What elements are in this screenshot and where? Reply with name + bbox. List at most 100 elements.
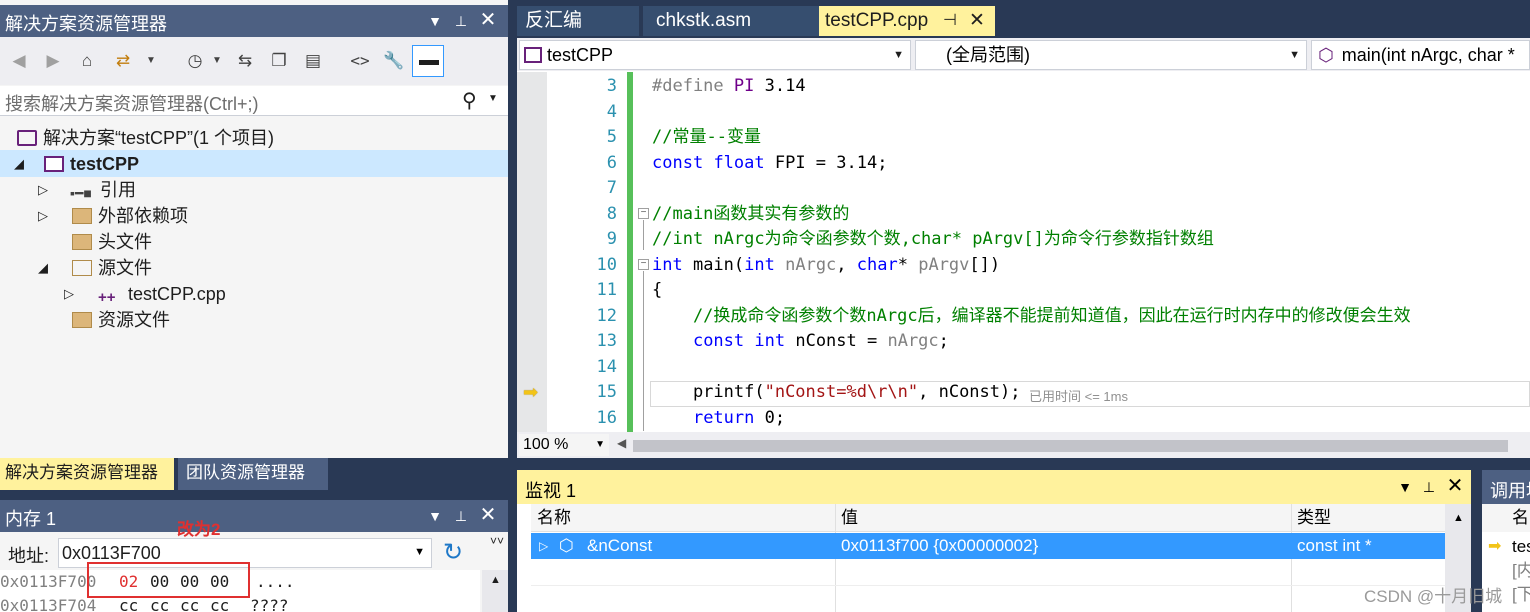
annotation-highlight-box <box>87 562 250 598</box>
close-icon[interactable]: ✕ <box>478 503 498 527</box>
code-token: FPI = 3.14; <box>764 152 888 173</box>
show-all-files-icon[interactable]: ▤ <box>300 48 326 74</box>
chevron-down-icon[interactable]: ▼ <box>204 48 230 74</box>
watch-titlebar: 监视 1 ▼ ⊥ ✕ <box>517 470 1471 504</box>
collapsed-arrow-icon[interactable]: ▷ <box>64 281 74 307</box>
forward-icon[interactable]: ▶ <box>40 48 66 74</box>
sync-view-icon[interactable]: ⇄ <box>110 48 136 74</box>
tree-item-cpp-file[interactable]: ++ testCPP.cpp <box>98 281 226 307</box>
code-line[interactable]: 6 const float FPI = 3.14; <box>517 151 1529 177</box>
tab-solution-explorer[interactable]: 解决方案资源管理器 <box>0 458 174 490</box>
collapsed-arrow-icon[interactable]: ▷ <box>38 203 48 229</box>
dropdown-icon[interactable]: ▼ <box>1395 475 1415 499</box>
dropdown-icon[interactable]: ▼ <box>425 504 445 528</box>
dropdown-icon[interactable]: ▼ <box>425 9 445 33</box>
tab-testcpp[interactable]: testCPP.cpp ⊣ ✕ <box>819 6 995 36</box>
zoom-combo[interactable]: 100 % ▼ <box>519 434 609 456</box>
memory-scrollbar[interactable]: ▲ <box>482 570 508 612</box>
project-combo[interactable]: testCPP ▼ <box>519 40 911 70</box>
home-icon[interactable]: ⌂ <box>74 48 100 74</box>
close-icon[interactable]: ✕ <box>478 8 498 32</box>
chevron-down-icon[interactable]: ▼ <box>488 93 498 104</box>
code-line[interactable]: 11 { <box>517 278 1529 304</box>
code-line[interactable]: 15 printf("nConst=%d\r\n", nConst); <box>517 380 1529 406</box>
close-icon[interactable]: ✕ <box>969 6 985 36</box>
watch-empty-row[interactable] <box>531 560 1445 586</box>
tree-item-solution[interactable]: 解决方案“testCPP”(1 个项目) <box>17 125 274 151</box>
callstack-row[interactable]: tes <box>1512 534 1530 560</box>
callstack-title: 调用堆 <box>1490 481 1530 501</box>
chevron-down-icon[interactable]: ▼ <box>138 48 164 74</box>
back-icon[interactable]: ◀ <box>6 48 32 74</box>
tree-item-external-deps[interactable]: 外部依赖项 <box>72 203 188 229</box>
scroll-up-icon[interactable]: ▲ <box>1453 512 1464 524</box>
outline-collapse-icon[interactable]: − <box>638 208 649 219</box>
outline-collapse-icon[interactable]: − <box>638 259 649 270</box>
callstack-row[interactable]: [下 <box>1512 582 1530 608</box>
watch-header-value[interactable]: 值 <box>841 505 858 531</box>
search-box[interactable]: 搜索解决方案资源管理器(Ctrl+;) ⚲ ▼ <box>0 86 508 116</box>
scroll-left-icon[interactable]: ◀ <box>617 436 626 450</box>
tab-chkstk[interactable]: chkstk.asm <box>643 6 823 36</box>
code-line[interactable]: 7 <box>517 176 1529 202</box>
pin-icon[interactable]: ⊥ <box>451 9 471 33</box>
callstack-row[interactable]: [内 <box>1512 558 1530 584</box>
memory-byte[interactable]: cc <box>119 596 138 612</box>
scroll-up-icon[interactable]: ▲ <box>490 574 501 586</box>
refresh-icon[interactable]: ⇆ <box>232 48 258 74</box>
memory-grid: 0x0113F700 02 00 00 00 .... 0x0113F704 c… <box>0 562 480 612</box>
code-area[interactable]: 3 #define PI 3.14 4 5 //常量--变量 6 const float F… <box>517 74 1530 432</box>
close-icon[interactable]: ✕ <box>1445 474 1465 498</box>
reevaluate-icon[interactable]: ↻ <box>443 538 463 567</box>
instruction-pointer-arrow-icon: ➡ <box>523 382 539 402</box>
tree-item-references[interactable]: ▪━■ 引用 <box>70 177 136 203</box>
expanded-arrow-icon[interactable]: ◢ <box>14 151 24 177</box>
pin-icon[interactable]: ⊣ <box>943 6 957 36</box>
tree-item-source-files[interactable]: 源文件 <box>72 255 152 281</box>
horizontal-scrollbar-thumb[interactable] <box>633 440 1508 452</box>
tree-item-header-files[interactable]: 头文件 <box>72 229 152 255</box>
tree-item-resource-files[interactable]: 资源文件 <box>72 307 170 333</box>
chevron-down-icon: ▼ <box>893 49 904 61</box>
tab-team-explorer[interactable]: 团队资源管理器 <box>178 458 328 490</box>
memory-byte[interactable]: cc <box>210 596 229 612</box>
preview-toggle-button[interactable] <box>412 45 444 77</box>
line-number: 14 <box>596 356 617 377</box>
code-line[interactable]: 5 //常量--变量 <box>517 125 1529 151</box>
pin-icon[interactable]: ⊥ <box>451 504 471 528</box>
memory-byte[interactable]: cc <box>150 596 169 612</box>
search-input[interactable]: 搜索解决方案资源管理器(Ctrl+;) <box>5 90 259 116</box>
tab-disassembly[interactable]: 反汇编 <box>517 6 639 36</box>
code-line[interactable]: 9 //int nArgc为命令函参数个数,char* pArgv[]为命令行参数… <box>517 227 1529 253</box>
code-text: //main函数其实有参数的 <box>652 202 849 228</box>
code-line[interactable]: 13 const int nConst = nArgc; <box>517 329 1529 355</box>
code-line[interactable]: 8 //main函数其实有参数的 <box>517 202 1529 228</box>
code-line[interactable]: 10 int main(int nArgc, char* pArgv[]) <box>517 253 1529 279</box>
memory-byte[interactable]: cc <box>180 596 199 612</box>
view-code-icon[interactable]: <> <box>347 48 373 74</box>
code-line[interactable]: 3 #define PI 3.14 <box>517 74 1529 100</box>
expanded-arrow-icon[interactable]: ◢ <box>38 255 48 281</box>
function-combo[interactable]: ⬡ main(int nArgc, char * <box>1311 40 1530 70</box>
pin-icon[interactable]: ⊥ <box>1419 475 1439 499</box>
code-token: { <box>652 280 663 300</box>
scope-combo[interactable]: (全局范围) ▼ <box>915 40 1307 70</box>
collapse-all-icon[interactable]: ❐ <box>266 48 292 74</box>
watch-header-name[interactable]: 名称 <box>537 505 571 531</box>
watch-row-value[interactable]: 0x0113f700 {0x00000002} <box>841 533 1038 559</box>
search-icon[interactable]: ⚲ <box>462 88 477 113</box>
overflow-icon[interactable]: ˅˅ <box>490 534 504 548</box>
expand-arrow-icon[interactable]: ▷ <box>539 533 548 559</box>
code-line[interactable]: 14 <box>517 355 1529 381</box>
solution-explorer-panel: 解决方案资源管理器 ▼ ⊥ ✕ ◀ ▶ ⌂ ⇄ ▼ ◷ ▼ ⇆ ❐ ▤ <> 🔧… <box>0 0 508 458</box>
watch-header-type[interactable]: 类型 <box>1297 505 1331 531</box>
tree-item-project[interactable]: testCPP <box>44 151 139 177</box>
chevron-down-icon[interactable]: ▼ <box>414 546 425 558</box>
outline-guide <box>643 220 644 250</box>
code-line[interactable]: 12 //换成命令函参数个数nArgc后，编译器不能提前知道值，因此在运行时内存… <box>517 304 1529 330</box>
collapsed-arrow-icon[interactable]: ▷ <box>38 177 48 203</box>
properties-wrench-icon[interactable]: 🔧 <box>381 48 407 74</box>
code-token: , nConst); <box>918 382 1021 402</box>
code-line[interactable]: 16 return 0; <box>517 406 1529 432</box>
code-line[interactable]: 4 <box>517 100 1529 126</box>
